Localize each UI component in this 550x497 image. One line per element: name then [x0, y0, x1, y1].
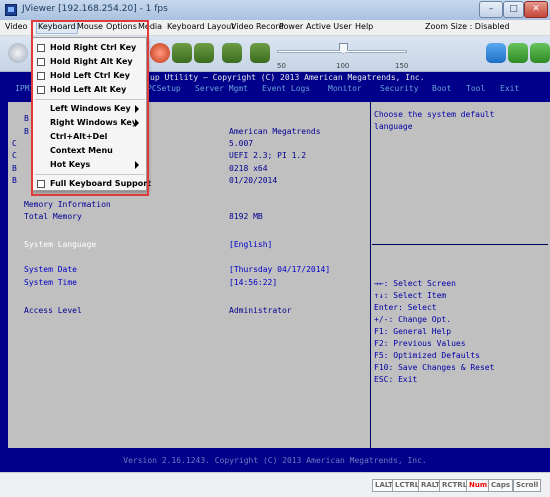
window-title: JViewer [192.168.254.20] - 1 fps [22, 4, 168, 14]
scroll-lock-indicator[interactable]: Scroll [513, 479, 542, 492]
help-key-line: F10: Save Changes & Reset [374, 363, 495, 372]
user-icon[interactable] [486, 43, 506, 63]
monitor-icon[interactable] [508, 43, 528, 63]
bios-core-version-value: 5.007 [229, 139, 254, 148]
help-divider [372, 244, 548, 245]
status-bar: LALT LCTRL RALT RCTRL Num Caps Scroll [0, 472, 550, 497]
bios-label-partial: C [12, 139, 17, 148]
bios-tab-event-logs: Event Logs [262, 84, 311, 93]
panel-divider [370, 102, 371, 448]
play-icon[interactable] [8, 43, 28, 63]
menu-video-record[interactable]: Video Record [231, 22, 284, 31]
bios-help-panel [370, 102, 550, 448]
close-button[interactable]: ✕ [524, 1, 548, 18]
menu-keyboard-layout[interactable]: Keyboard Layout [167, 22, 234, 31]
bios-tab-exit: Exit [500, 84, 520, 93]
bios-footer: Version 2.16.1243. Copyright (C) 2013 Am… [123, 456, 427, 465]
help-key-line: ESC: Exit [374, 375, 418, 384]
floppy-icon[interactable] [194, 43, 214, 63]
menu-active-user[interactable]: Active User [306, 22, 352, 31]
system-language-value[interactable]: [English] [229, 240, 272, 249]
caps-lock-indicator[interactable]: Caps [488, 479, 514, 492]
bios-project-version-value: 0218 x64 [229, 164, 268, 173]
help-key-line: +/-: Change Opt. [374, 315, 452, 324]
help-text-line: language [374, 122, 413, 131]
bios-label-partial: B [12, 164, 17, 173]
help-key-line: ↑↓: Select Item [374, 291, 447, 300]
maximize-button[interactable]: □ [503, 1, 524, 18]
bios-label-partial: B [24, 114, 29, 123]
total-memory-value: 8192 MB [229, 212, 263, 221]
total-memory-label: Total Memory [24, 212, 82, 221]
power-icon[interactable] [530, 43, 550, 63]
access-level-value: Administrator [229, 306, 292, 315]
minimize-button[interactable]: – [479, 1, 503, 18]
help-key-line: Enter: Select [374, 303, 437, 312]
zoom-tick-mid: 100 [336, 62, 350, 70]
help-key-line: F5: Optimized Defaults [374, 351, 480, 360]
zoom-size-label: Zoom Size : Disabled [425, 22, 510, 31]
bios-tab-security: Security [380, 84, 419, 93]
system-time-label[interactable]: System Time [24, 278, 77, 287]
menu-help[interactable]: Help [355, 22, 373, 31]
help-key-line: F2: Previous Values [374, 339, 466, 348]
memory-info-header: Memory Information [24, 200, 111, 209]
access-level-label: Access Level [24, 306, 82, 315]
harddisk-icon[interactable] [222, 43, 242, 63]
bios-vendor-value: American Megatrends [229, 127, 321, 136]
title-bar: JViewer [192.168.254.20] - 1 fps – □ ✕ [0, 0, 550, 20]
bios-build-date-value: 01/20/2014 [229, 176, 278, 185]
system-date-label[interactable]: System Date [24, 265, 77, 274]
num-lock-indicator[interactable]: Num [466, 479, 491, 492]
system-time-value[interactable]: [14:56:22] [229, 278, 277, 287]
system-language-label[interactable]: System Language [24, 240, 96, 249]
zoom-tick-max: 150 [395, 62, 409, 70]
bios-title: up Utility – Copyright (C) 2013 American… [150, 73, 425, 82]
keyboard-icon[interactable] [250, 43, 270, 63]
menu-power[interactable]: Power [279, 22, 303, 31]
menu-video[interactable]: Video [5, 22, 27, 31]
bios-label-partial: B [24, 127, 29, 136]
annotation-highlight-box [31, 20, 149, 196]
help-text-line: Choose the system default [374, 110, 495, 119]
app-icon [5, 4, 17, 16]
bios-label-partial: C [12, 151, 17, 160]
bios-tab-tool: Tool [466, 84, 486, 93]
help-key-line: →←: Select Screen [374, 279, 456, 288]
bios-tab-pcsetup: PCSetup [147, 84, 181, 93]
bios-compliancy-value: UEFI 2.3; PI 1.2 [229, 151, 307, 160]
bios-label-partial: B [12, 176, 17, 185]
stop-icon[interactable] [150, 43, 170, 63]
bios-tab-server-mgmt: Server Mgmt [195, 84, 248, 93]
zoom-tick-min: 50 [277, 62, 286, 70]
help-key-line: F1: General Help [374, 327, 452, 336]
bios-tab-monitor: Monitor [328, 84, 362, 93]
cdrom-icon[interactable] [172, 43, 192, 63]
system-date-value[interactable]: [Thursday 04/17/2014] [229, 265, 330, 274]
bios-tab-boot: Boot [432, 84, 452, 93]
